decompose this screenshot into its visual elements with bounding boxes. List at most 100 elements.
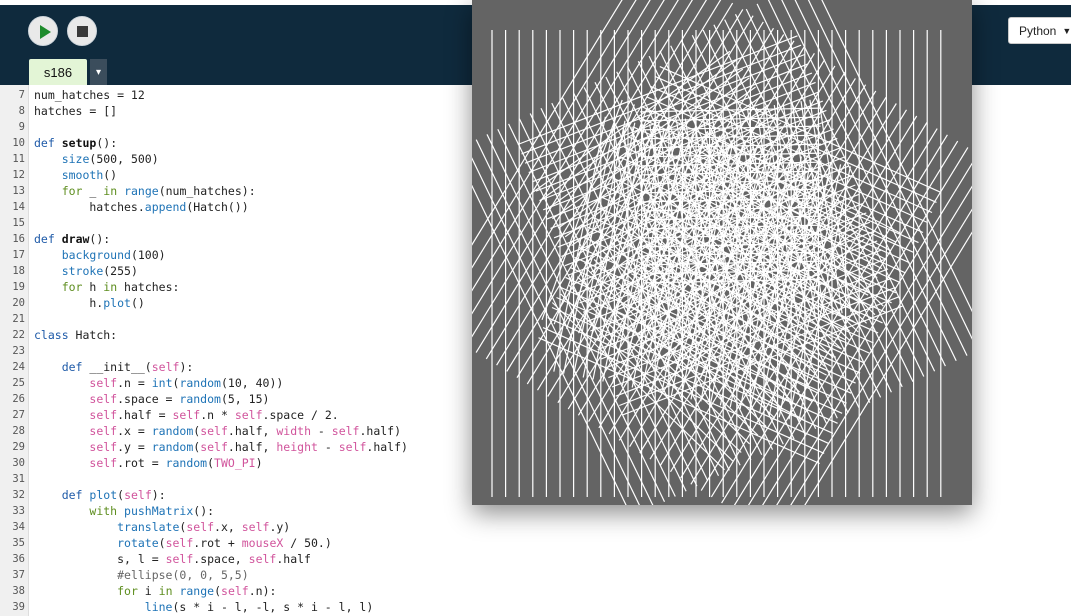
line-number: 8 [18, 105, 25, 117]
line-number: 34 [12, 521, 25, 533]
line-number: 36 [12, 553, 25, 565]
code-text: stroke(255) [61, 264, 138, 278]
tab-label: s186 [43, 64, 73, 80]
line-number: 27 [12, 409, 25, 421]
line-number: 29 [12, 441, 25, 453]
code-text: s, l = self.space, self.half [34, 552, 311, 566]
line-number: 31 [12, 473, 25, 485]
code-line[interactable]: 8 hatches = [] [0, 103, 520, 119]
code-line[interactable]: 31 [0, 471, 520, 487]
sketch-output-window[interactable] [472, 0, 972, 505]
code-text: size(500, 500) [61, 152, 159, 166]
line-number: 38 [12, 585, 25, 597]
code-text: self.half = self.n * self.space / 2. [89, 408, 339, 422]
code-line[interactable]: 17 background(100) [0, 247, 520, 263]
code-line[interactable]: 24 def __init__(self): [0, 359, 520, 375]
code-line[interactable]: 32 def plot(self): [0, 487, 520, 503]
line-number: 39 [12, 601, 25, 613]
stop-button[interactable] [67, 16, 97, 46]
code-text: rotate(self.rot + mouseX / 50.) [117, 536, 332, 550]
line-number: 19 [12, 281, 25, 293]
line-number: 30 [12, 457, 25, 469]
code-line[interactable]: 37 #ellipse(0, 0, 5,5) [0, 567, 520, 583]
code-text: class Hatch: [34, 328, 118, 342]
code-line[interactable]: 20 h.plot() [0, 295, 520, 311]
sketch-canvas[interactable] [472, 0, 972, 505]
code-line[interactable]: 25 self.n = int(random(10, 40)) [0, 375, 520, 391]
line-number: 28 [12, 425, 25, 437]
play-icon [40, 25, 51, 39]
code-line[interactable]: 13 for _ in range(num_hatches): [0, 183, 520, 199]
code-text: num_hatches = 12 [34, 88, 145, 102]
line-number: 15 [12, 217, 25, 229]
code-line[interactable]: 22 class Hatch: [0, 327, 520, 343]
code-line[interactable]: 36 s, l = self.space, self.half [0, 551, 520, 567]
code-text: self.space = random(5, 15) [89, 392, 270, 406]
line-number: 10 [12, 137, 25, 149]
code-line[interactable]: 15 [0, 215, 520, 231]
code-line[interactable]: 28 self.x = random(self.half, width - se… [0, 423, 520, 439]
code-line[interactable]: 38 for i in range(self.n): [0, 583, 520, 599]
code-text: hatches = [] [34, 104, 118, 118]
line-number: 14 [12, 201, 25, 213]
line-number: 37 [12, 569, 25, 581]
code-line[interactable]: 30 self.rot = random(TWO_PI) [0, 455, 520, 471]
line-number: 35 [12, 537, 25, 549]
chevron-down-icon: ▼ [1062, 25, 1071, 36]
code-text: translate(self.x, self.y) [117, 520, 291, 534]
chevron-down-icon: ▾ [95, 66, 102, 78]
code-line[interactable]: 34 translate(self.x, self.y) [0, 519, 520, 535]
code-line[interactable]: 33 with pushMatrix(): [0, 503, 520, 519]
tab-dropdown-button[interactable]: ▾ [90, 59, 107, 85]
run-button[interactable] [28, 16, 58, 46]
code-line[interactable]: 27 self.half = self.n * self.space / 2. [0, 407, 520, 423]
line-number: 21 [12, 313, 25, 325]
mode-label: Python [1019, 23, 1057, 38]
line-number: 13 [12, 185, 25, 197]
line-number: 24 [12, 361, 25, 373]
code-line[interactable]: 21 [0, 311, 520, 327]
line-number: 18 [12, 265, 25, 277]
code-line[interactable]: 7 num_hatches = 12 [0, 87, 520, 103]
code-line[interactable]: 14 hatches.append(Hatch()) [0, 199, 520, 215]
code-line[interactable]: 26 self.space = random(5, 15) [0, 391, 520, 407]
code-text: self.y = random(self.half, height - self… [89, 440, 408, 454]
stop-icon [77, 26, 88, 37]
code-text: for h in hatches: [61, 280, 180, 294]
code-text: background(100) [61, 248, 166, 262]
code-line[interactable]: 12 smooth() [0, 167, 520, 183]
code-text: self.n = int(random(10, 40)) [89, 376, 284, 390]
code-text: #ellipse(0, 0, 5,5) [117, 568, 249, 582]
mode-select[interactable]: Python ▼ [1008, 17, 1071, 44]
code-line[interactable]: 23 [0, 343, 520, 359]
line-number: 32 [12, 489, 25, 501]
code-line[interactable]: 18 stroke(255) [0, 263, 520, 279]
code-line[interactable]: 35 rotate(self.rot + mouseX / 50.) [0, 535, 520, 551]
code-line[interactable]: 16 def draw(): [0, 231, 520, 247]
code-text: line(s * i - l, -l, s * i - l, l) [144, 600, 374, 614]
tab-s186[interactable]: s186 [29, 59, 87, 85]
code-line[interactable]: 11 size(500, 500) [0, 151, 520, 167]
line-number: 16 [12, 233, 25, 245]
code-text: def plot(self): [61, 488, 166, 502]
code-line[interactable]: 19 for h in hatches: [0, 279, 520, 295]
code-text: with pushMatrix(): [89, 504, 215, 518]
code-text: smooth() [61, 168, 118, 182]
code-line[interactable]: 39 line(s * i - l, -l, s * i - l, l) [0, 599, 520, 615]
code-text: self.rot = random(TWO_PI) [89, 456, 263, 470]
code-text: def setup(): [34, 136, 118, 150]
code-text: for _ in range(num_hatches): [61, 184, 256, 198]
line-number: 9 [18, 121, 25, 133]
line-number: 23 [12, 345, 25, 357]
code-text: def __init__(self): [61, 360, 194, 374]
code-line[interactable]: 10 def setup(): [0, 135, 520, 151]
code-text: for i in range(self.n): [117, 584, 277, 598]
line-number: 12 [12, 169, 25, 181]
code-line[interactable]: 9 [0, 119, 520, 135]
line-number: 7 [18, 89, 25, 101]
line-number: 25 [12, 377, 25, 389]
line-number: 20 [12, 297, 25, 309]
code-text: h.plot() [34, 296, 145, 310]
hatch-line [475, 139, 654, 505]
code-line[interactable]: 29 self.y = random(self.half, height - s… [0, 439, 520, 455]
